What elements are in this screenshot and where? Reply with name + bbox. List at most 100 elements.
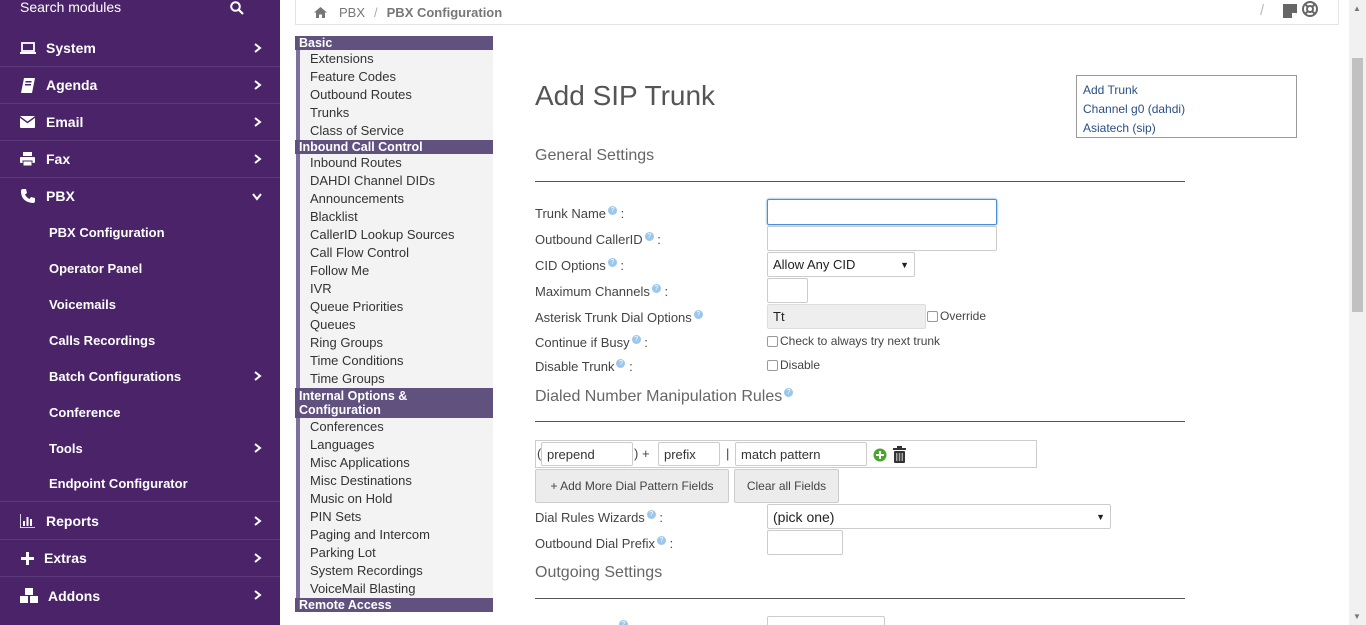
module-link[interactable]: Languages (296, 436, 493, 454)
module-link[interactable]: Extensions (296, 50, 493, 68)
module-link[interactable]: System Recordings (296, 562, 493, 580)
outgoing-input-partial[interactable] (767, 616, 885, 625)
sidebar-sub-label: Operator Panel (49, 260, 143, 276)
help-icon[interactable]: ? (646, 510, 656, 519)
sidebar-item-reports[interactable]: Reports (0, 503, 280, 540)
module-link[interactable]: Announcements (296, 190, 493, 208)
module-link[interactable]: Queues (296, 316, 493, 334)
outbound-callerid-input[interactable] (767, 226, 997, 251)
checkbox-label: Check to always try next trunk (780, 334, 941, 348)
envelope-icon (19, 114, 36, 131)
sidebar-sub-tools[interactable]: Tools (0, 430, 280, 466)
search-icon[interactable] (230, 1, 244, 15)
module-link[interactable]: Call Flow Control (296, 244, 493, 262)
plus-icon (19, 550, 36, 567)
dial-wizards-select[interactable]: (pick one) ▼ (767, 504, 1111, 529)
module-link[interactable]: Time Conditions (296, 352, 493, 370)
module-link[interactable]: Outbound Routes (296, 86, 493, 104)
help-icon[interactable]: ? (656, 536, 666, 545)
breadcrumb-root[interactable]: PBX (339, 5, 365, 20)
checkbox-box[interactable] (927, 310, 938, 322)
sidebar-item-fax[interactable]: Fax (0, 141, 280, 178)
sidebar-sub-pbx-configuration[interactable]: PBX Configuration (0, 214, 280, 250)
module-link[interactable]: Feature Codes (296, 68, 493, 86)
module-link[interactable]: VoiceMail Blasting (296, 580, 493, 598)
sidebar-sub-conference[interactable]: Conference (0, 394, 280, 430)
module-link[interactable]: Parking Lot (296, 544, 493, 562)
module-link[interactable]: Time Groups (296, 370, 493, 388)
trunk-name-input[interactable] (767, 199, 997, 225)
help-icon[interactable]: ? (607, 258, 617, 267)
sidebar-sub-operator-panel[interactable]: Operator Panel (0, 250, 280, 286)
help-icon[interactable]: ? (651, 284, 661, 293)
sidebar-sub-label: PBX Configuration (49, 224, 165, 240)
continue-busy-checkbox[interactable]: Check to always try next trunk (767, 334, 940, 348)
module-link[interactable]: Queue Priorities (296, 298, 493, 316)
sidebar-item-label: Reports (46, 513, 99, 529)
module-link[interactable]: Music on Hold (296, 490, 493, 508)
help-icon[interactable]: ? (644, 232, 654, 241)
dial-options-input[interactable]: Tt (767, 304, 926, 329)
help-icon[interactable]: ? (693, 310, 703, 319)
module-group-basic: Basic (295, 36, 493, 50)
module-link[interactable]: DAHDI Channel DIDs (296, 172, 493, 190)
trunk-list-item[interactable]: Asiatech (sip) (1083, 119, 1290, 138)
module-list: Basic Extensions Feature Codes Outbound … (295, 36, 493, 612)
sidebar-item-extras[interactable]: Extras (0, 540, 280, 577)
module-link[interactable]: Class of Service (296, 122, 493, 140)
checkbox-box[interactable] (767, 359, 778, 371)
help-icon[interactable]: ? (619, 620, 628, 625)
match-pattern-input[interactable]: match pattern (735, 442, 867, 466)
sidebar-sub-calls-recordings[interactable]: Calls Recordings (0, 322, 280, 358)
home-icon[interactable] (314, 6, 327, 18)
module-link[interactable]: Trunks (296, 104, 493, 122)
help-lifebuoy-icon[interactable] (1302, 1, 1318, 17)
add-pattern-icon[interactable] (873, 448, 887, 462)
module-link[interactable]: IVR (296, 280, 493, 298)
scroll-up-icon[interactable]: ▲ (1353, 4, 1361, 13)
module-link[interactable]: Ring Groups (296, 334, 493, 352)
scrollbar-thumb[interactable] (1352, 58, 1363, 312)
help-icon[interactable]: ? (608, 206, 618, 215)
trash-icon[interactable] (892, 446, 907, 463)
trunk-list-item[interactable]: Channel g0 (dahdi) (1083, 100, 1290, 119)
max-channels-input[interactable] (767, 278, 808, 303)
add-more-dial-pattern-button[interactable]: + Add More Dial Pattern Fields (535, 469, 729, 503)
trunk-list-item[interactable]: Add Trunk (1083, 81, 1290, 100)
outbound-cid-label: Outbound CallerID? : (535, 232, 661, 247)
sidebar-sub-endpoint-configurator[interactable]: Endpoint Configurator (0, 466, 280, 502)
sidebar-item-system[interactable]: System (0, 30, 280, 67)
sidebar-sub-label: Tools (49, 440, 83, 456)
sidebar-sub-voicemails[interactable]: Voicemails (0, 286, 280, 322)
help-icon[interactable]: ? (616, 359, 626, 368)
prefix-input[interactable]: prefix (658, 442, 720, 466)
help-icon[interactable]: ? (784, 388, 794, 397)
module-link[interactable]: Paging and Intercom (296, 526, 493, 544)
sidebar-item-email[interactable]: Email (0, 104, 280, 141)
cid-options-select[interactable]: Allow Any CID ▼ (767, 252, 915, 277)
scrollbar[interactable]: ▲ ▼ (1349, 0, 1366, 625)
module-link[interactable]: Follow Me (296, 262, 493, 280)
note-icon[interactable] (1283, 4, 1297, 18)
search-modules[interactable]: Search modules (0, 0, 280, 30)
prepend-input[interactable]: prepend (541, 442, 633, 466)
module-link[interactable]: CallerID Lookup Sources (296, 226, 493, 244)
override-checkbox[interactable]: Override (927, 309, 986, 323)
help-icon[interactable]: ? (631, 335, 641, 344)
module-link[interactable]: Inbound Routes (296, 154, 493, 172)
disable-trunk-checkbox[interactable]: Disable (767, 358, 820, 372)
module-link[interactable]: Conferences (296, 418, 493, 436)
outbound-prefix-input[interactable] (767, 530, 843, 555)
scroll-down-icon[interactable]: ▼ (1353, 612, 1361, 621)
clear-all-fields-button[interactable]: Clear all Fields (734, 469, 839, 503)
divider (535, 598, 1185, 599)
module-link[interactable]: Misc Applications (296, 454, 493, 472)
module-link[interactable]: PIN Sets (296, 508, 493, 526)
module-link[interactable]: Misc Destinations (296, 472, 493, 490)
sidebar-sub-batch-configurations[interactable]: Batch Configurations (0, 358, 280, 394)
sidebar-item-addons[interactable]: Addons (0, 577, 280, 614)
module-link[interactable]: Blacklist (296, 208, 493, 226)
sidebar-item-agenda[interactable]: Agenda (0, 67, 280, 104)
checkbox-box[interactable] (767, 335, 778, 347)
sidebar-item-pbx[interactable]: PBX (0, 178, 280, 215)
